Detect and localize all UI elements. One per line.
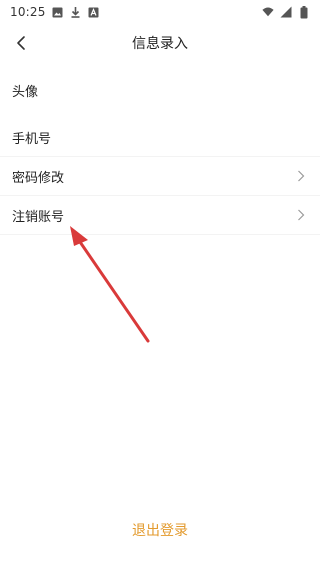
image-icon [52,6,64,18]
settings-list: 头像 手机号 密码修改 注销账号 [0,70,320,235]
list-item-avatar[interactable]: 头像 [0,70,320,110]
status-left: 10:25 [10,5,100,19]
logout-label: 退出登录 [132,523,188,539]
signal-icon [280,6,292,18]
app-screen: 10:25 信息录入 头像 手机号 密码修改 注销账号 退出登录 [0,0,320,568]
chevron-right-icon [296,208,306,222]
text-icon [88,6,100,18]
page-title: 信息录入 [132,36,188,52]
chevron-left-icon [17,36,25,50]
list-item-delete-account[interactable]: 注销账号 [0,196,320,234]
list-item-label: 密码修改 [12,170,65,186]
list-item-label: 手机号 [12,131,52,147]
status-time: 10:25 [10,5,46,19]
back-button[interactable] [8,30,34,56]
list-item-label: 注销账号 [12,209,65,225]
wifi-icon [262,6,274,18]
download-icon [70,6,82,18]
status-bar: 10:25 [0,0,320,24]
list-item-change-password[interactable]: 密码修改 [0,157,320,195]
list-item-phone[interactable]: 手机号 [0,118,320,156]
list-item-label: 头像 [12,84,39,100]
header-bar: 信息录入 [0,24,320,62]
chevron-right-icon [296,169,306,183]
logout-button[interactable]: 退出登录 [0,514,320,546]
battery-icon [298,5,310,18]
divider [0,234,320,235]
status-right [262,5,310,18]
